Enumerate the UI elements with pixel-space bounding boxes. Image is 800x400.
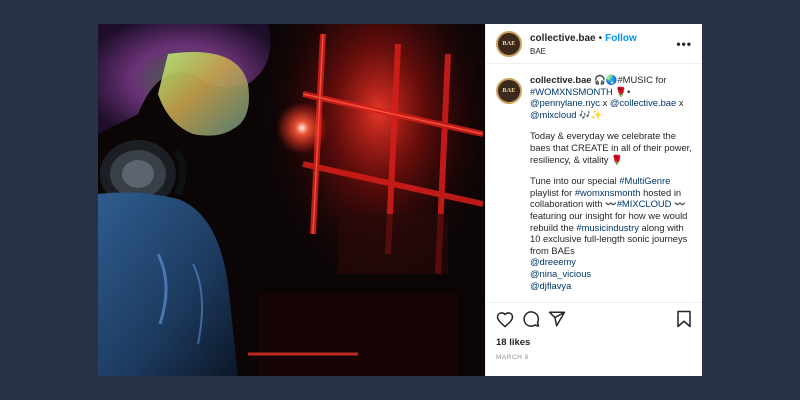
hashtag-mixcloud[interactable]: #MIXCLOUD [617,198,672,209]
caption-avatar-text: BAE [502,88,516,94]
instagram-post: BAE collective.bae • Follow BAE ••• BAE co… [98,24,702,376]
share-icon[interactable] [548,310,566,328]
para2-text-a: Tune into our special [530,175,620,187]
more-options-icon[interactable]: ••• [676,37,692,51]
likes-count[interactable]: 18 likes [496,337,692,348]
dj-photo-image [98,24,485,376]
hashtag-womxnsmonth-lower[interactable]: #womxnsmonth [575,187,641,198]
para2-text-b: playlist for [530,186,575,198]
header-username[interactable]: collective.bae [530,33,596,44]
account-avatar[interactable]: BAE [496,30,522,57]
mention-collective[interactable]: @collective.bae [610,97,676,108]
header-text: collective.bae • Follow BAE [530,30,676,58]
header-subtitle[interactable]: BAE [530,45,676,58]
separator-dot: • [598,32,603,44]
post-date[interactable]: MARCH 8 [496,354,692,361]
caption-paragraph-2: Tune into our special #MultiGenre playli… [530,175,692,291]
rose-emoji: 🌹• [612,85,631,97]
post-photo[interactable] [98,24,485,376]
hashtag-multigenre[interactable]: #MultiGenre [619,175,670,186]
heart-icon[interactable] [496,311,514,328]
mention-pennylane[interactable]: @pennylane.nyc [530,97,600,108]
comment-icon[interactable] [522,310,540,328]
hashtag-womxnsmonth[interactable]: #WOMXNSMONTH [530,86,613,97]
action-icons [496,309,692,329]
caption-x-2: x [676,97,684,109]
caption-avatar[interactable]: BAE [496,78,522,104]
avatar-text: BAE [502,40,516,47]
caption-x-1: x [599,97,610,109]
music-notes-emoji: 🎶✨ [576,108,603,120]
caption-username[interactable]: collective.bae [530,74,592,85]
mention-djflavya[interactable]: @djflavya [530,280,571,291]
mention-mixcloud[interactable]: @mixcloud [530,109,577,120]
caption-paragraph-1: Today & everyday we celebrate the baes t… [530,130,692,165]
caption-area: BAE collective.bae 🎧🌏#MUSIC for #WOMXNSM… [486,64,702,302]
mention-nina-vicious[interactable]: @nina_vicious [530,268,591,279]
bookmark-icon[interactable] [676,310,692,328]
caption-text: collective.bae 🎧🌏#MUSIC for #WOMXNSMONTH… [530,74,692,302]
caption-text-part: 🎧🌏#MUSIC for [591,74,667,85]
mention-dreeemy[interactable]: @dreeemy [530,256,576,267]
post-actions: 18 likes MARCH 8 [486,302,702,376]
hashtag-musicindustry[interactable]: #musicindustry [576,222,639,233]
follow-button[interactable]: Follow [605,33,637,44]
post-side-panel: BAE collective.bae • Follow BAE ••• BAE co… [485,24,702,376]
post-header: BAE collective.bae • Follow BAE ••• [486,24,702,64]
